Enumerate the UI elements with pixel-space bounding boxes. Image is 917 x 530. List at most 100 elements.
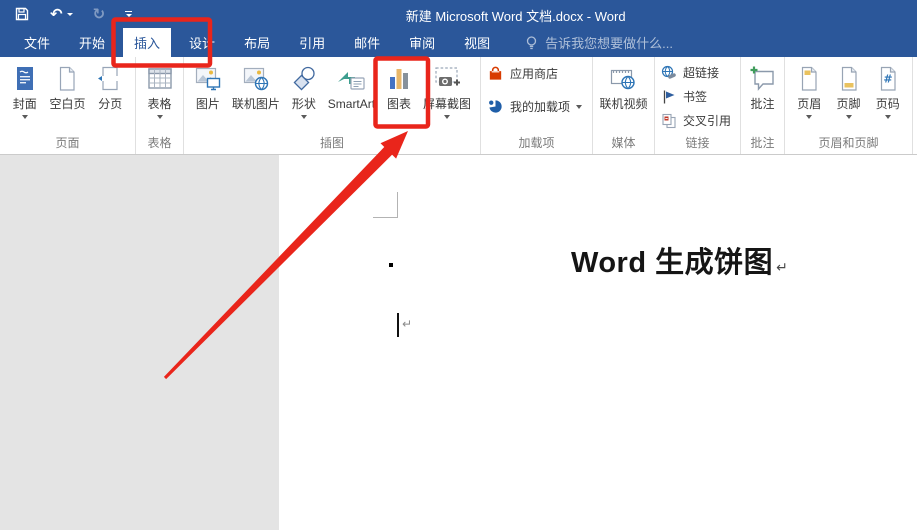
online-pictures-button[interactable]: 联机图片	[232, 59, 280, 111]
cover-page-button[interactable]: 封面	[10, 59, 40, 120]
group-tables: 表格 表格	[136, 57, 184, 154]
button-label: 空白页	[49, 97, 86, 111]
button-label: 超链接	[683, 66, 720, 80]
paragraph-mark-icon: ↵	[776, 260, 789, 276]
comment-button[interactable]: 批注	[748, 59, 778, 111]
smartart-button[interactable]: SmartArt	[328, 59, 375, 111]
button-label: 联机图片	[231, 97, 280, 111]
screenshot-button[interactable]: 屏幕截图	[423, 59, 471, 120]
button-label: 书签	[683, 90, 708, 104]
group-label: 加载项	[518, 136, 555, 150]
button-label: 形状	[291, 97, 316, 111]
footer-button[interactable]: 页脚	[834, 59, 864, 120]
undo-button[interactable]: ↶	[50, 6, 73, 22]
group-addins: 应用商店 我的加载项 加载项	[481, 57, 593, 154]
group-header-footer: 页眉 页脚 # 页码 页眉和页脚	[785, 57, 913, 154]
blank-page-button[interactable]: 空白页	[49, 59, 85, 111]
redo-button[interactable]: ↻	[92, 4, 106, 23]
customize-qat-button[interactable]	[125, 10, 133, 18]
quick-access-toolbar: ↶ ↻	[14, 3, 133, 25]
window-title: 新建 Microsoft Word 文档.docx - Word	[405, 9, 626, 24]
button-label: 图片	[195, 97, 220, 111]
chevron-down-icon	[884, 115, 891, 120]
hyperlink-icon	[661, 65, 676, 79]
cross-reference-icon	[662, 113, 676, 128]
page-number-button[interactable]: # 页码	[873, 59, 903, 120]
online-video-button[interactable]: 联机视频	[599, 59, 648, 111]
document-area: Word 生成饼图 ↵ ↵	[0, 155, 917, 530]
button-label: 批注	[750, 97, 775, 111]
document-page[interactable]: Word 生成饼图 ↵ ↵	[279, 155, 917, 530]
group-label: 页面	[55, 136, 80, 150]
button-label: 表格	[147, 97, 172, 111]
table-icon	[145, 62, 175, 95]
header-icon	[794, 62, 824, 95]
group-label: 表格	[147, 136, 172, 150]
store-button[interactable]: 应用商店	[487, 65, 590, 82]
comment-icon	[748, 62, 778, 95]
my-addins-icon	[489, 100, 502, 113]
margin-corner-mark	[373, 217, 398, 218]
chart-button[interactable]: 图表	[384, 59, 414, 111]
button-label: 我的加载项	[510, 100, 571, 114]
text-cursor	[397, 313, 399, 337]
button-label: 联机视频	[599, 97, 648, 111]
header-button[interactable]: 页眉	[794, 59, 824, 120]
group-label: 链接	[685, 136, 710, 150]
tab-home[interactable]: 开始	[68, 28, 116, 57]
hyperlink-button[interactable]: 超链接	[661, 64, 738, 81]
chevron-down-icon	[443, 115, 450, 120]
chevron-down-icon	[300, 115, 307, 120]
save-button[interactable]	[14, 6, 30, 22]
tab-view[interactable]: 视图	[453, 28, 501, 57]
redo-icon: ↻	[92, 4, 106, 23]
ribbon: 封面 空白页 分页 页面 表格 表格 图片 联机图片 形状 SmartArt 图…	[0, 57, 917, 155]
tab-references[interactable]: 引用	[288, 28, 336, 57]
margin-corner-mark	[397, 192, 398, 218]
page-number-icon: #	[873, 62, 903, 95]
pictures-button[interactable]: 图片	[193, 59, 223, 111]
cover-page-icon	[10, 62, 40, 95]
button-label: 交叉引用	[683, 114, 732, 128]
chevron-down-icon	[156, 115, 163, 120]
paragraph-mark-icon: ↵	[402, 317, 413, 331]
save-icon	[15, 7, 29, 21]
customize-qat-icon	[125, 10, 133, 18]
cross-reference-button[interactable]: 交叉引用	[661, 112, 738, 129]
my-addins-button[interactable]: 我的加载项	[487, 98, 590, 115]
chevron-down-icon	[845, 115, 852, 120]
tab-review[interactable]: 审阅	[398, 28, 446, 57]
shapes-icon	[289, 62, 319, 95]
button-label: SmartArt	[327, 97, 376, 111]
button-label: 图表	[387, 97, 412, 111]
group-pages: 封面 空白页 分页 页面	[0, 57, 136, 154]
table-button[interactable]: 表格	[145, 59, 175, 120]
group-media: 联机视频 媒体	[593, 57, 655, 154]
chevron-down-icon	[806, 115, 813, 120]
tab-design[interactable]: 设计	[178, 28, 226, 57]
shapes-button[interactable]: 形状	[289, 59, 319, 120]
word-window: ↶ ↻ 新建 Microsoft Word 文档.docx - Word 文件 …	[0, 0, 917, 530]
group-illustrations: 图片 联机图片 形状 SmartArt 图表 屏幕截图 插图	[184, 57, 481, 154]
button-label: 分页	[98, 97, 123, 111]
group-label: 批注	[750, 136, 775, 150]
tab-file[interactable]: 文件	[13, 28, 61, 57]
group-comments: 批注 批注	[741, 57, 785, 154]
button-label: 页眉	[797, 97, 822, 111]
tab-mailings[interactable]: 邮件	[343, 28, 391, 57]
tab-insert[interactable]: 插入	[123, 28, 172, 57]
pictures-icon	[193, 62, 223, 95]
group-label: 插图	[319, 136, 344, 150]
button-label: 页脚	[836, 97, 861, 111]
tell-me-box[interactable]: 告诉我您想要做什么...	[524, 28, 673, 57]
svg-text:#: #	[883, 72, 892, 85]
page-break-button[interactable]: 分页	[95, 59, 125, 111]
chart-icon	[384, 62, 414, 95]
bookmark-button[interactable]: 书签	[661, 88, 738, 105]
smartart-icon	[335, 62, 367, 95]
tab-layout[interactable]: 布局	[233, 28, 281, 57]
button-label: 页码	[875, 97, 900, 111]
blank-page-icon	[52, 62, 82, 95]
group-label: 页眉和页脚	[818, 136, 879, 150]
online-video-icon	[608, 62, 638, 95]
